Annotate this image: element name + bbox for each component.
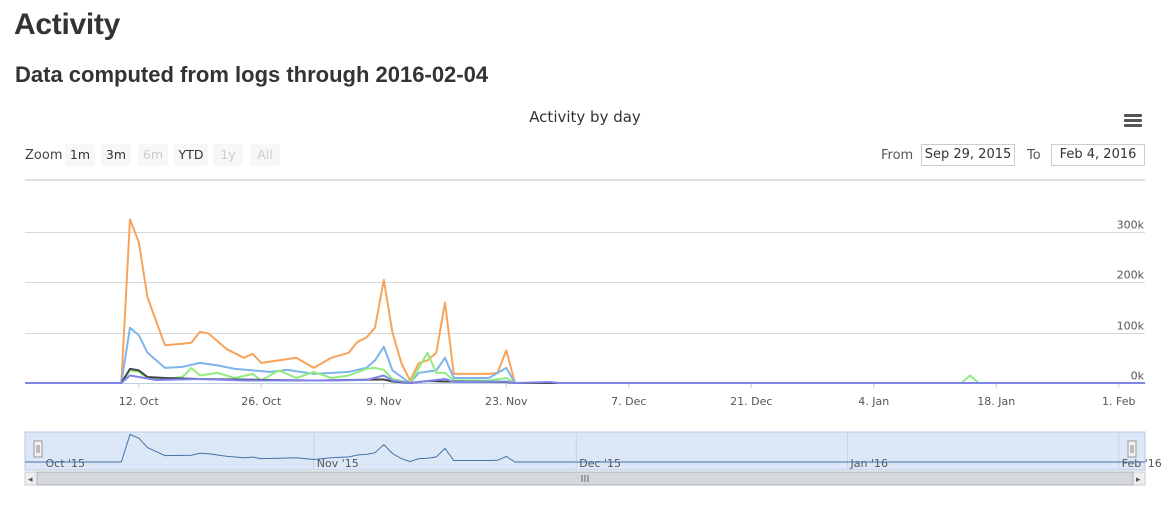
x-tick-label: 23. Nov — [485, 395, 528, 408]
navigator-label: Dec '15 — [579, 457, 621, 470]
y-tick-label: 100k — [1117, 320, 1145, 333]
x-tick-label: 21. Dec — [730, 395, 772, 408]
x-tick-label: 18. Jan — [977, 395, 1015, 408]
y-tick-label: 200k — [1117, 269, 1145, 282]
scroll-right-arrow: ▸ — [1136, 475, 1141, 485]
y-tick-label: 300k — [1117, 219, 1145, 232]
y-tick-label: 0k — [1131, 370, 1145, 383]
navigator-label: Feb '16 — [1122, 457, 1162, 470]
x-tick-label: 12. Oct — [119, 395, 160, 408]
activity-chart: 0k 100k 200k 300k 12. Oct 26. Oct 9. Nov 23. No… — [24, 179, 1162, 486]
navigator-label: Jan '16 — [850, 457, 888, 470]
x-tick-label: 9. Nov — [366, 395, 402, 408]
x-tick-label: 26. Oct — [241, 395, 282, 408]
series-line-1 — [25, 218, 1145, 384]
navigator-handle — [33, 440, 43, 458]
x-tick-label: 4. Jan — [858, 395, 889, 408]
navigator-handle — [1127, 440, 1137, 458]
scroll-left-arrow: ◂ — [28, 475, 33, 485]
x-tick-label: 1. Feb — [1102, 395, 1135, 408]
navigator-label: Oct '15 — [46, 457, 86, 470]
series-line-2 — [25, 326, 1145, 384]
x-tick-label: 7. Dec — [611, 395, 646, 408]
